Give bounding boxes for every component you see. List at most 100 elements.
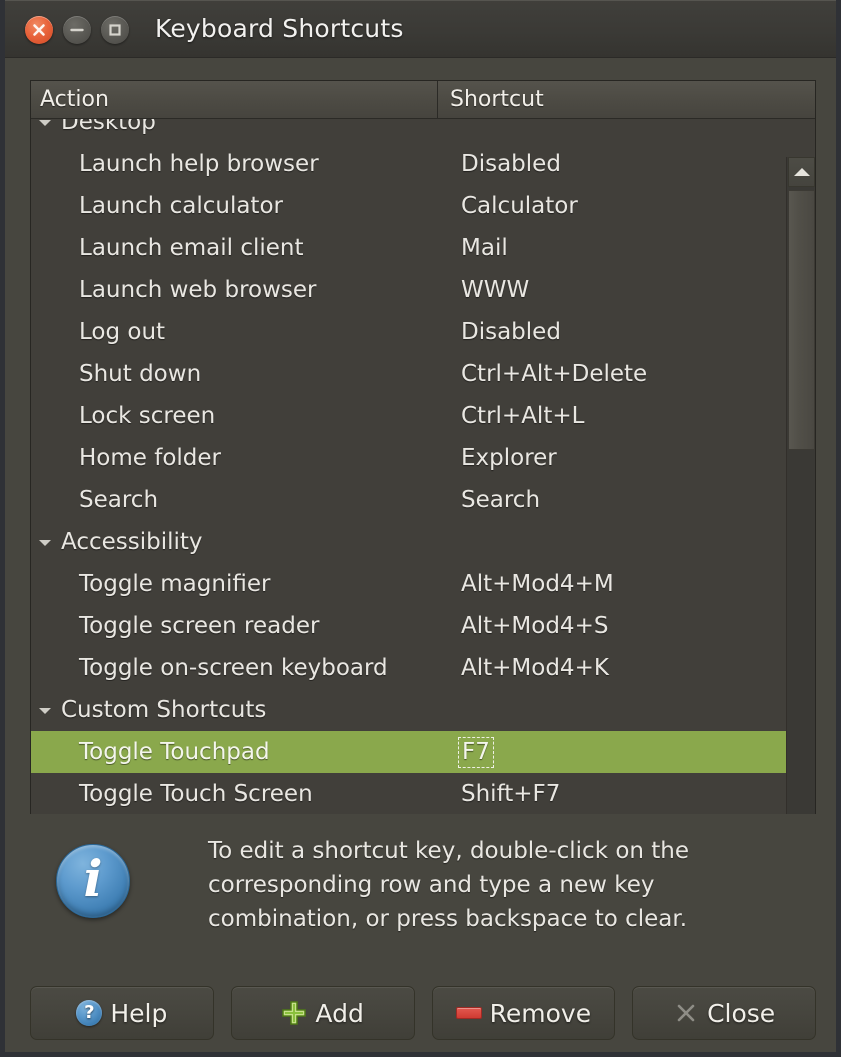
row-shortcut-cell: Disabled xyxy=(449,319,787,345)
table-row[interactable]: Lock screen Ctrl+Alt+L xyxy=(31,395,787,437)
tree-header: Action Shortcut xyxy=(31,81,815,119)
row-action-cell: Search xyxy=(31,487,449,513)
row-shortcut-value: Disabled xyxy=(461,319,561,345)
row-action-label: Toggle on-screen keyboard xyxy=(79,655,388,681)
table-row[interactable]: Log out Disabled xyxy=(31,311,787,353)
minus-icon-bar xyxy=(455,1007,482,1019)
row-action-label: Accessibility xyxy=(61,529,203,555)
row-shortcut-value-focused: F7 xyxy=(458,736,494,768)
row-action-cell: Toggle Touch Screen xyxy=(31,781,449,807)
scrollbar-thumb[interactable] xyxy=(788,190,815,450)
row-shortcut-value: Alt+Mod4+K xyxy=(461,655,609,681)
row-action-cell: Custom Shortcuts xyxy=(31,697,449,723)
row-action-label: Toggle screen reader xyxy=(79,613,320,639)
row-shortcut-value: Shift+F7 xyxy=(461,781,561,807)
row-shortcut-cell: Ctrl+Alt+Delete xyxy=(449,361,787,387)
table-row[interactable]: Launch web browser WWW xyxy=(31,269,787,311)
table-row[interactable]: Search Search xyxy=(31,479,787,521)
column-header-action-label: Action xyxy=(40,87,109,112)
scroll-up-button[interactable] xyxy=(788,157,815,187)
row-action-label: Launch web browser xyxy=(79,277,317,303)
close-x-icon xyxy=(673,1000,699,1026)
row-shortcut-cell: Alt+Mod4+K xyxy=(449,655,787,681)
row-shortcut-value: Ctrl+Alt+Delete xyxy=(461,361,648,387)
table-row[interactable]: Desktop xyxy=(31,119,787,143)
row-shortcut-value: Disabled xyxy=(461,151,561,177)
row-shortcut-value: Search xyxy=(461,487,541,513)
table-row[interactable]: Accessibility xyxy=(31,521,787,563)
row-action-label: Toggle Touch Screen xyxy=(79,781,313,807)
window-title: Keyboard Shortcuts xyxy=(155,14,404,43)
row-shortcut-cell: Ctrl+Alt+L xyxy=(449,403,787,429)
info-area: i To edit a shortcut key, double-click o… xyxy=(30,826,816,954)
table-row[interactable]: Launch help browser Disabled xyxy=(31,143,787,185)
tree-rows-container: Desktop Launch help browser Disabled Launch… xyxy=(31,119,787,814)
expander-triangle-icon[interactable] xyxy=(39,708,51,714)
table-row[interactable]: Launch email client Mail xyxy=(31,227,787,269)
window-maximize-button[interactable] xyxy=(101,16,129,44)
row-action-label: Launch calculator xyxy=(79,193,283,219)
row-action-label: Search xyxy=(79,487,159,513)
row-action-cell: Desktop xyxy=(31,119,449,135)
expander-triangle-icon[interactable] xyxy=(39,120,51,126)
row-action-cell: Launch email client xyxy=(31,235,449,261)
row-shortcut-cell: Shift+F7 xyxy=(449,781,787,807)
window-minimize-button[interactable] xyxy=(63,16,91,44)
row-action-label: Shut down xyxy=(79,361,202,387)
row-action-label: Custom Shortcuts xyxy=(61,697,267,723)
row-action-cell: Toggle screen reader xyxy=(31,613,449,639)
row-shortcut-cell: Search xyxy=(449,487,787,513)
row-shortcut-cell: Disabled xyxy=(449,151,787,177)
expander-triangle-icon[interactable] xyxy=(39,540,51,546)
table-row[interactable]: Toggle magnifier Alt+Mod4+M xyxy=(31,563,787,605)
row-action-cell: Accessibility xyxy=(31,529,449,555)
table-row[interactable]: Toggle on-screen keyboard Alt+Mod4+K xyxy=(31,647,787,689)
row-action-label: Toggle Touchpad xyxy=(79,739,270,765)
row-action-cell: Toggle magnifier xyxy=(31,571,449,597)
row-action-label: Launch email client xyxy=(79,235,304,261)
row-action-cell: Toggle on-screen keyboard xyxy=(31,655,449,681)
window-close-button[interactable] xyxy=(25,16,53,44)
row-action-label: Launch help browser xyxy=(79,151,319,177)
row-shortcut-cell: Alt+Mod4+M xyxy=(449,571,787,597)
table-row[interactable]: Custom Shortcuts xyxy=(31,689,787,731)
tree-body: Desktop Launch help browser Disabled Launch… xyxy=(31,119,815,814)
table-row[interactable]: Shut down Ctrl+Alt+Delete xyxy=(31,353,787,395)
column-header-shortcut[interactable]: Shortcut xyxy=(439,81,816,118)
table-row[interactable]: Toggle Touch Screen Shift+F7 xyxy=(31,773,787,814)
column-header-action[interactable]: Action xyxy=(31,81,438,118)
close-button[interactable]: Close xyxy=(632,986,816,1040)
row-shortcut-value: Calculator xyxy=(461,193,578,219)
row-shortcut-cell: Mail xyxy=(449,235,787,261)
row-shortcut-value: Ctrl+Alt+L xyxy=(461,403,585,429)
row-shortcut-cell: Alt+Mod4+S xyxy=(449,613,787,639)
keyboard-shortcuts-window: Keyboard Shortcuts Action Shortcut Deskt… xyxy=(0,0,841,1057)
help-button-label: Help xyxy=(110,998,168,1028)
row-shortcut-value: Explorer xyxy=(461,445,557,471)
row-shortcut-cell: Explorer xyxy=(449,445,787,471)
row-shortcut-value: Alt+Mod4+S xyxy=(461,613,609,639)
row-shortcut-value: Alt+Mod4+M xyxy=(461,571,614,597)
vertical-scrollbar[interactable] xyxy=(786,157,815,814)
row-action-label: Desktop xyxy=(61,119,156,135)
add-button-label: Add xyxy=(315,998,364,1028)
plus-icon xyxy=(281,1000,307,1026)
minus-icon xyxy=(455,1000,482,1026)
column-header-shortcut-label: Shortcut xyxy=(450,87,544,112)
shortcuts-tree[interactable]: Action Shortcut Desktop Launch help brows… xyxy=(30,80,816,814)
info-icon-glyph: i xyxy=(83,849,103,908)
row-shortcut-value: Mail xyxy=(461,235,508,261)
row-action-cell: Launch calculator xyxy=(31,193,449,219)
row-action-label: Lock screen xyxy=(79,403,216,429)
titlebar-highlight xyxy=(5,0,836,1)
table-row[interactable]: Toggle screen reader Alt+Mod4+S xyxy=(31,605,787,647)
row-action-label: Toggle magnifier xyxy=(79,571,271,597)
table-row[interactable]: Launch calculator Calculator xyxy=(31,185,787,227)
help-button[interactable]: ? Help xyxy=(30,986,214,1040)
add-button[interactable]: Add xyxy=(230,986,415,1040)
remove-button[interactable]: Remove xyxy=(431,986,616,1040)
row-action-cell: Launch web browser xyxy=(31,277,449,303)
info-icon: i xyxy=(56,844,130,918)
table-row[interactable]: Home folder Explorer xyxy=(31,437,787,479)
table-row[interactable]: Toggle Touchpad F7 xyxy=(31,731,787,773)
